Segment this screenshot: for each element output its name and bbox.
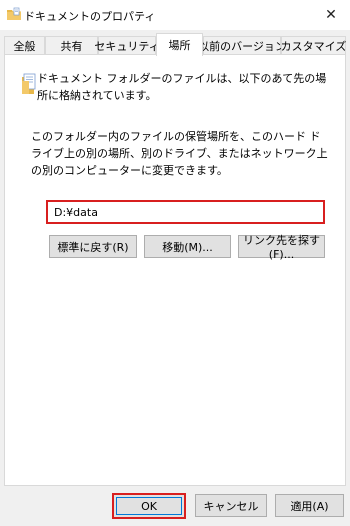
find-target-button[interactable]: リンク先を探す(F)... — [238, 234, 325, 261]
tab-sharing[interactable]: 共有 — [45, 36, 98, 55]
close-icon: ✕ — [325, 7, 337, 23]
restore-default-button[interactable]: 標準に戻す(R) — [49, 235, 137, 258]
tab-general[interactable]: 全般 — [4, 36, 45, 55]
title-bar: ドキュメントのプロパティ ✕ — [0, 0, 350, 30]
ok-button-label: OK — [116, 497, 182, 515]
tab-previous-versions[interactable]: 以前のバージョン — [198, 36, 286, 55]
window-title: ドキュメントのプロパティ — [24, 10, 156, 23]
tab-customize[interactable]: カスタマイズ — [281, 36, 346, 55]
folder-document-icon — [7, 7, 21, 20]
cancel-button[interactable]: キャンセル — [195, 494, 267, 517]
move-instruction-text: このフォルダー内のファイルの保管場所を、このハード ドライブ上の別の場所、別のド… — [31, 130, 328, 177]
tab-location[interactable]: 場所 — [156, 33, 203, 56]
tab-bar: 全般 共有 セキュリティ 場所 以前のバージョン カスタマイズ — [4, 33, 346, 56]
folder-location-description: ドキュメント フォルダーのファイルは、以下のあて先の場所に格納されています。 — [37, 72, 327, 102]
path-input[interactable] — [46, 200, 325, 224]
location-panel: ドキュメント フォルダーのファイルは、以下のあて先の場所に格納されています。 こ… — [4, 54, 346, 486]
apply-button[interactable]: 適用(A) — [275, 494, 344, 517]
ok-button[interactable]: OK — [112, 493, 186, 519]
close-button[interactable]: ✕ — [312, 0, 350, 30]
tab-security[interactable]: セキュリティ — [94, 36, 160, 55]
move-button[interactable]: 移動(M)... — [144, 235, 231, 258]
